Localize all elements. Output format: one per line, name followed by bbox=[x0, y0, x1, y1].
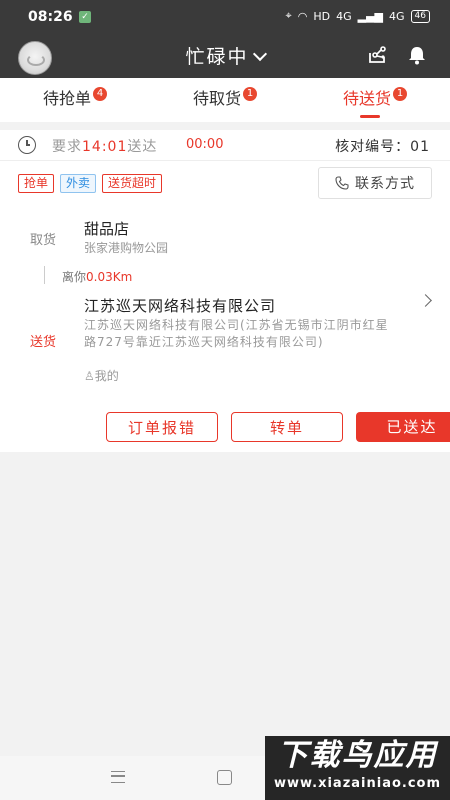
network-label: HD bbox=[313, 9, 331, 23]
contact-label: 联系方式 bbox=[355, 176, 415, 192]
verify-number: 01 bbox=[410, 139, 430, 155]
tag-grab-order: 抢单 bbox=[18, 174, 55, 193]
shop-address: 张家港购物公园 bbox=[84, 241, 169, 255]
report-error-button[interactable]: 订单报错 bbox=[106, 412, 218, 442]
customer-person-name: 我的 bbox=[94, 369, 119, 383]
verify-code: 核对编号：01 bbox=[335, 136, 430, 156]
distance-divider bbox=[44, 266, 45, 284]
tab-badge: 4 bbox=[93, 87, 107, 101]
chevron-right-icon[interactable] bbox=[419, 294, 432, 307]
active-tab-indicator bbox=[360, 115, 380, 118]
customer-address: 江苏巡天网络科技有限公司(江苏省无锡市江阴市红星路727号靠近江苏巡天网络科技有… bbox=[84, 318, 389, 349]
signal-4g-2: 4G bbox=[389, 9, 405, 23]
phone-icon bbox=[335, 176, 349, 190]
chevron-down-icon bbox=[252, 46, 267, 62]
tab-badge: 1 bbox=[243, 87, 257, 101]
delivery-time-row: 要求14:01送达 00:00 核对编号：01 bbox=[0, 130, 450, 161]
location-icon: ⌖ bbox=[285, 9, 292, 22]
tag-delivery-overdue: 送货超时 bbox=[102, 174, 163, 193]
tab-badge: 1 bbox=[393, 87, 407, 101]
work-status-label: 忙碌中 bbox=[185, 46, 249, 68]
customer-name: 江苏巡天网络科技有限公司 bbox=[84, 297, 277, 315]
share-icon[interactable] bbox=[366, 44, 388, 66]
app-header: 忙碌中 bbox=[0, 34, 450, 78]
person-icon: ♙ bbox=[84, 369, 95, 383]
signal-icon: ▂▄▆ bbox=[357, 9, 384, 23]
tab-label: 待送货 bbox=[342, 89, 391, 108]
distance-info: 离你0.03Km bbox=[62, 268, 132, 285]
home-icon[interactable] bbox=[217, 770, 232, 785]
watermark-url: www.xiazainiao.com bbox=[273, 776, 442, 791]
order-tags: 抢单 外卖 送货超时 bbox=[18, 174, 163, 193]
tab-pending-grab[interactable]: 待抢单 4 bbox=[0, 78, 150, 122]
wifi-icon: ◠ bbox=[297, 9, 308, 23]
menu-icon[interactable] bbox=[111, 771, 125, 783]
order-card[interactable]: 要求14:01送达 00:00 核对编号：01 抢单 外卖 送货超时 联系方式 … bbox=[0, 130, 450, 452]
tab-label: 待抢单 bbox=[42, 89, 91, 108]
notification-icon: ✓ bbox=[79, 11, 91, 23]
status-bar: 08:26 ✓ ⌖ ◠ HD 4G ▂▄▆ 4G 46 bbox=[0, 0, 450, 34]
verify-label: 核对编号： bbox=[335, 139, 411, 155]
watermark-logo: 下载鸟应用 www.xiazainiao.com bbox=[265, 736, 450, 800]
tab-pending-pickup[interactable]: 待取货 1 bbox=[150, 78, 300, 122]
tag-takeout: 外卖 bbox=[60, 174, 97, 193]
clock-icon bbox=[18, 136, 36, 154]
require-delivery-time: 要求14:01送达 bbox=[52, 136, 157, 156]
contact-button[interactable]: 联系方式 bbox=[318, 167, 432, 199]
deadline-time: 14:01 bbox=[82, 139, 128, 155]
require-suffix: 送达 bbox=[127, 139, 158, 155]
transfer-order-button[interactable]: 转单 bbox=[231, 412, 343, 442]
order-actions: 订单报错 转单 已送达 bbox=[106, 412, 450, 442]
pickup-label: 取货 bbox=[30, 233, 57, 248]
tab-pending-delivery[interactable]: 待送货 1 bbox=[300, 78, 450, 122]
bell-icon[interactable] bbox=[406, 44, 428, 66]
deliver-label: 送货 bbox=[30, 335, 57, 350]
watermark-title: 下载鸟应用 bbox=[277, 738, 438, 773]
countdown-timer: 00:00 bbox=[186, 137, 224, 152]
distance-value: 0.03Km bbox=[86, 270, 133, 284]
distance-prefix: 离你 bbox=[62, 270, 87, 284]
shop-name: 甜品店 bbox=[84, 220, 130, 238]
battery-icon: 46 bbox=[410, 9, 430, 23]
status-time: 08:26 bbox=[28, 9, 73, 25]
require-prefix: 要求 bbox=[52, 139, 82, 155]
order-tabs: 待抢单 4 待取货 1 待送货 1 bbox=[0, 78, 450, 122]
status-indicators: ⌖ ◠ HD 4G ▂▄▆ 4G 46 bbox=[286, 9, 430, 23]
delivered-button[interactable]: 已送达 bbox=[356, 412, 450, 442]
signal-4g-1: 4G bbox=[336, 9, 352, 23]
customer-person: ♙我的 bbox=[84, 367, 119, 384]
tab-label: 待取货 bbox=[192, 89, 241, 108]
